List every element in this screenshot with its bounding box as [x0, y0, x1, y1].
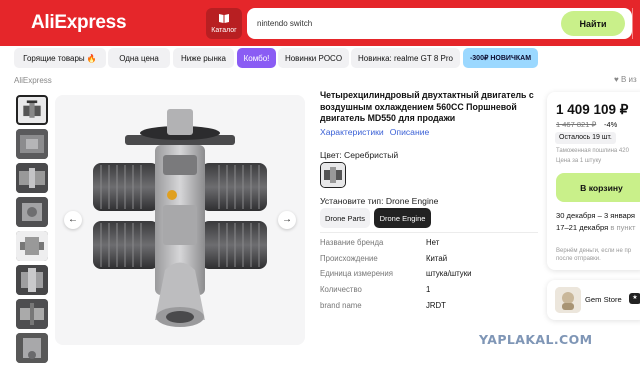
refund-note: Вернём деньги, если не пр после отправки… [556, 248, 632, 262]
unit-price-note: Цена за 1 штуку [556, 158, 602, 164]
divider [320, 232, 538, 233]
arrow-right-icon: → [282, 214, 292, 225]
engine-thumb-image [16, 129, 48, 159]
spec-row: brand name JRDT [320, 301, 538, 313]
pickup-suffix: в пункт [610, 223, 636, 232]
search-bar: Найти [247, 8, 632, 39]
spec-key: Единица измерения [320, 269, 393, 278]
spec-value: Китай [426, 254, 448, 263]
engine-swatch-image [321, 163, 345, 187]
old-price: 1 467 821 ₽ [556, 120, 597, 129]
engine-thumb-image [16, 197, 48, 227]
spec-row: Единица измерения штука/штуки [320, 269, 538, 281]
store-avatar [555, 287, 581, 313]
spec-key: Происхождение [320, 254, 378, 263]
favorite-label: В из [620, 75, 637, 84]
store-avatar-image [555, 287, 581, 313]
customs-duty: Таможенная пошлина 420 [556, 148, 629, 154]
option-drone-parts[interactable]: Drone Parts [320, 208, 370, 228]
store-name: Gem Store [585, 295, 622, 304]
price: 1 409 109 ₽ [556, 102, 629, 117]
engine-thumb-image [16, 299, 48, 329]
prev-image-button[interactable]: ← [64, 211, 82, 229]
product-title: Четырехцилиндровый двухтактный двигатель… [320, 90, 534, 123]
chip-combo[interactable]: Комбо! [237, 48, 276, 68]
breadcrumb[interactable]: AliExpress [14, 76, 52, 85]
thumbnail-3[interactable] [16, 163, 48, 193]
thumbnail-7[interactable] [16, 299, 48, 329]
store-card[interactable]: Gem Store ★ [547, 280, 640, 320]
thumbnail-2[interactable] [16, 129, 48, 159]
search-input[interactable] [257, 16, 557, 31]
chip-below-market[interactable]: Ниже рынка [173, 48, 234, 68]
delivery-courier[interactable]: 30 декабря – 3 января [556, 211, 635, 220]
spec-value: 1 [426, 285, 431, 294]
specs-link[interactable]: Характеристики [320, 127, 384, 137]
spec-row: Количество 1 [320, 285, 538, 297]
favorite-button[interactable]: ♥ В из [614, 75, 637, 84]
option-drone-engine[interactable]: Drone Engine [374, 208, 431, 228]
description-link[interactable]: Описание [390, 127, 430, 137]
type-label: Установите тип: Drone Engine [320, 196, 439, 206]
pickup-dates: 17–21 декабря [556, 223, 609, 232]
add-to-cart-button[interactable]: В корзину [556, 173, 640, 202]
spec-key: brand name [320, 301, 362, 310]
buy-box: 1 409 109 ₽ 1 467 821 ₽ -4% Осталось 19 … [547, 92, 640, 270]
thumbnail-6[interactable] [16, 265, 48, 295]
top-header: AliExpress Каталог Найти [0, 0, 640, 46]
engine-thumb-image [16, 265, 48, 295]
book-icon [219, 14, 229, 23]
thumbnail-8[interactable] [16, 333, 48, 363]
engine-image [93, 109, 267, 327]
aliexpress-logo[interactable]: AliExpress [31, 12, 127, 34]
delivery-pickup[interactable]: 17–21 декабря в пункт [556, 223, 635, 232]
heart-icon: ♥ [614, 75, 619, 84]
thumbnail-5[interactable] [16, 231, 48, 261]
catalog-label: Каталог [211, 27, 237, 34]
engine-thumb-image [16, 333, 48, 363]
discount-badge: -4% [604, 120, 618, 129]
header-right-edge [632, 8, 640, 39]
chip-hot-deals[interactable]: Горящие товары 🔥 [14, 48, 106, 68]
engine-thumb-image [23, 100, 41, 118]
arrow-left-icon: ← [68, 214, 78, 225]
next-image-button[interactable]: → [278, 211, 296, 229]
star-badge-icon: ★ [629, 293, 640, 304]
chip-newcomer-discount[interactable]: -300₽ НОВИЧКАМ [463, 48, 538, 68]
spec-value: JRDT [426, 301, 446, 310]
product-links: Характеристики Описание [320, 127, 435, 137]
watermark: YAPLAKAL.COM [479, 332, 593, 347]
spec-value: штука/штуки [426, 269, 472, 278]
spec-key: Название бренда [320, 238, 384, 247]
thumbnail-4[interactable] [16, 197, 48, 227]
color-swatch-silver[interactable] [320, 162, 346, 188]
chip-new-poco[interactable]: Новинки POCO [278, 48, 349, 68]
spec-value: Нет [426, 238, 440, 247]
chip-one-price[interactable]: Одна цена [108, 48, 170, 68]
engine-thumb-image [16, 163, 48, 193]
color-label: Цвет: Серебристый [320, 150, 399, 160]
engine-thumb-image [16, 231, 48, 261]
catalog-button[interactable]: Каталог [206, 8, 242, 39]
search-button[interactable]: Найти [561, 11, 625, 36]
spec-row: Название бренда Нет [320, 238, 538, 250]
spec-row: Происхождение Китай [320, 254, 538, 266]
product-main-image[interactable]: ← → [55, 95, 305, 345]
thumbnail-1[interactable] [16, 95, 48, 125]
chip-new-realme[interactable]: Новинка: realme GT 8 Pro [351, 48, 460, 68]
spec-key: Количество [320, 285, 362, 294]
stock-badge: Осталось 19 шт. [555, 132, 616, 144]
